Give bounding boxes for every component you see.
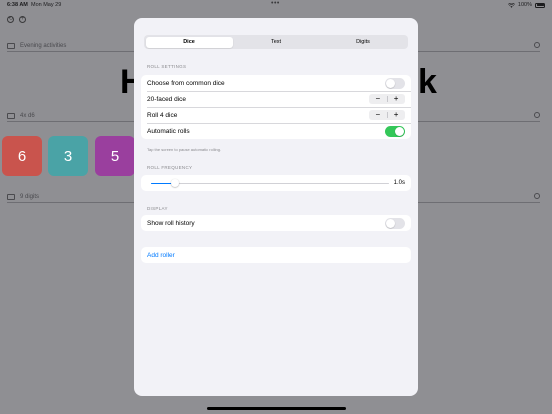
roller-type-segmented-control: Dice Text Digits <box>144 35 408 49</box>
roll-frequency-group: 1.0s <box>141 175 411 191</box>
tab-text[interactable]: Text <box>233 37 320 48</box>
add-roller-group: Add roller <box>141 247 411 263</box>
die-value: 5 <box>110 147 120 165</box>
slider-thumb[interactable] <box>170 179 179 187</box>
dice-count-cell: Roll 4 dice − + <box>141 107 411 123</box>
dice-count-increment-button[interactable]: + <box>387 110 405 120</box>
automatic-rolls-label: Automatic rolls <box>147 127 190 135</box>
section-header-display: DISPLAY <box>147 206 168 211</box>
tab-dice[interactable]: Dice <box>145 36 233 48</box>
faces-decrement-button[interactable]: − <box>369 94 387 104</box>
display-group: Show roll history <box>141 215 411 231</box>
faces-cell: 20-faced dice − + <box>141 91 411 107</box>
die[interactable]: 5 <box>95 136 135 176</box>
chevron-down-icon[interactable] <box>534 112 540 118</box>
automatic-rolls-cell: Automatic rolls <box>141 123 411 139</box>
die[interactable]: 3 <box>48 136 88 176</box>
dice-icon <box>7 112 15 119</box>
roller-settings-sheet: Dice Text Digits ROLL SETTINGS Choose fr… <box>134 18 418 396</box>
section-header-roll-settings: ROLL SETTINGS <box>147 64 187 69</box>
digits-icon <box>7 193 15 200</box>
history-icon[interactable]: ⟲ <box>7 16 14 23</box>
faces-increment-button[interactable]: + <box>387 94 405 104</box>
tab-digits[interactable]: Digits <box>320 37 407 48</box>
faces-label: 20-faced dice <box>147 95 187 103</box>
dice-count-decrement-button[interactable]: − <box>369 110 387 120</box>
home-indicator[interactable] <box>207 407 346 410</box>
roll-frequency-cell: 1.0s <box>141 175 411 191</box>
chevron-down-icon[interactable] <box>534 193 540 199</box>
roller-row-label: Evening activities <box>20 42 67 49</box>
roll-history-label: Show roll history <box>147 219 195 227</box>
roller-row-label: 9 digits <box>20 193 40 200</box>
common-dice-label: Choose from common dice <box>147 79 225 87</box>
list-icon <box>7 42 15 49</box>
common-dice-toggle[interactable] <box>385 78 405 89</box>
roller-result-text-right: k <box>418 63 437 101</box>
roll-settings-group: Choose from common dice 20-faced dice − … <box>141 75 411 139</box>
roll-history-cell: Show roll history <box>141 215 411 231</box>
roll-frequency-value: 1.0s <box>393 180 405 186</box>
roll-history-toggle[interactable] <box>385 218 405 229</box>
die-value: 3 <box>63 147 73 165</box>
die[interactable]: 6 <box>2 136 42 176</box>
section-header-roll-frequency: ROLL FREQUENCY <box>147 165 193 170</box>
add-roller-button[interactable]: Add roller <box>141 247 411 263</box>
chevron-down-icon[interactable] <box>534 42 540 48</box>
roller-row-label: 4x d6 <box>20 112 35 119</box>
roll-frequency-slider[interactable] <box>151 179 389 187</box>
add-icon[interactable]: + <box>19 16 26 23</box>
faces-stepper: − + <box>369 94 405 104</box>
automatic-rolls-footnote: Tap the screen to pause automatic rollin… <box>147 147 222 152</box>
common-dice-cell: Choose from common dice <box>141 75 411 91</box>
die-value: 6 <box>17 147 27 165</box>
dice-count-stepper: − + <box>369 110 405 120</box>
automatic-rolls-toggle[interactable] <box>385 126 405 137</box>
dice-count-label: Roll 4 dice <box>147 111 178 119</box>
